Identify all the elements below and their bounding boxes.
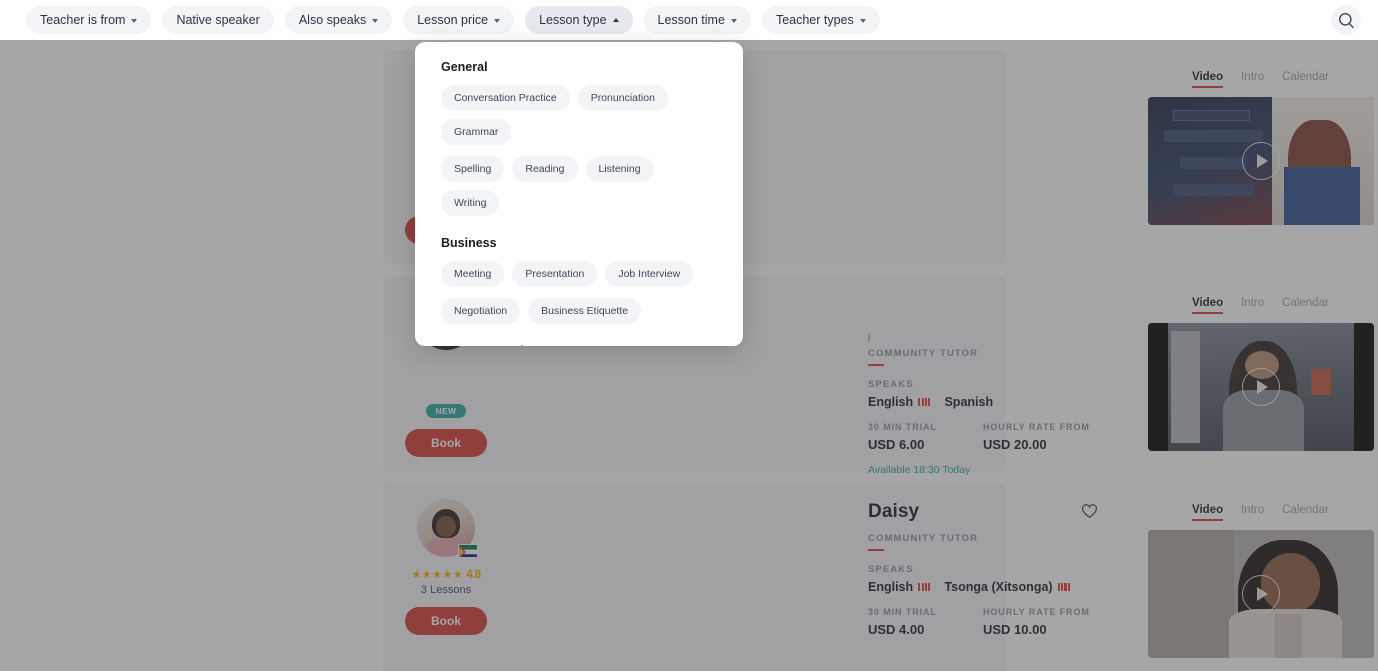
tag-grammar[interactable]: Grammar (441, 119, 512, 145)
dropdown-tag-row: Meeting Presentation Job Interview (441, 261, 719, 287)
tag-negotiation[interactable]: Negotiation (441, 298, 521, 324)
tag-pronunciation[interactable]: Pronunciation (577, 85, 668, 111)
filter-label: Native speaker (176, 13, 260, 27)
dropdown-group-title: Business (441, 236, 497, 250)
chevron-down-icon (131, 18, 138, 23)
tag-writing[interactable]: Writing (441, 190, 500, 216)
filter-lesson-type[interactable]: Lesson type (525, 6, 633, 34)
chevron-up-icon (612, 17, 619, 22)
dropdown-tag-row: Negotiation Business Etiquette (441, 298, 719, 324)
search-button[interactable] (1331, 5, 1361, 35)
tag-job-interview[interactable]: Job Interview (605, 261, 694, 287)
chevron-down-icon (730, 18, 737, 23)
filter-label: Lesson time (657, 13, 725, 27)
chevron-down-icon (372, 18, 379, 23)
dropdown-tag-row: Spelling Reading Listening Writing (441, 156, 719, 216)
tag-meeting[interactable]: Meeting (441, 261, 505, 287)
tag-business-etiquette[interactable]: Business Etiquette (528, 298, 642, 324)
search-icon (1338, 12, 1354, 28)
filter-label: Teacher is from (40, 13, 126, 27)
filter-lesson-time[interactable]: Lesson time (643, 6, 751, 34)
filter-label: Lesson type (539, 13, 607, 27)
filter-bar: Teacher is from Native speaker Also spea… (0, 0, 1378, 40)
filter-teacher-is-from[interactable]: Teacher is from (26, 6, 152, 34)
filter-label: Lesson price (417, 13, 489, 27)
filter-label: Also speaks (298, 13, 367, 27)
filter-lesson-price[interactable]: Lesson price (403, 6, 515, 34)
filter-label: Teacher types (775, 13, 854, 27)
page-root: Book Video Intro Calendar (0, 0, 1378, 671)
tag-presentation[interactable]: Presentation (512, 261, 598, 287)
chevron-down-icon (494, 18, 501, 23)
filter-teacher-types[interactable]: Teacher types (761, 6, 880, 34)
tag-spelling[interactable]: Spelling (441, 156, 505, 182)
tag-listening[interactable]: Listening (585, 156, 654, 182)
dropdown-group-title: General (441, 60, 488, 74)
filter-also-speaks[interactable]: Also speaks (284, 6, 393, 34)
lesson-type-dropdown: General Conversation Practice Pronunciat… (415, 42, 743, 346)
chevron-down-icon (859, 18, 866, 23)
dropdown-group-title: Test Preparation (441, 344, 719, 346)
dropdown-tag-row: Conversation Practice Pronunciation Gram… (441, 85, 719, 145)
tag-reading[interactable]: Reading (512, 156, 578, 182)
filter-native-speaker[interactable]: Native speaker (162, 6, 274, 34)
tag-conversation-practice[interactable]: Conversation Practice (441, 85, 570, 111)
